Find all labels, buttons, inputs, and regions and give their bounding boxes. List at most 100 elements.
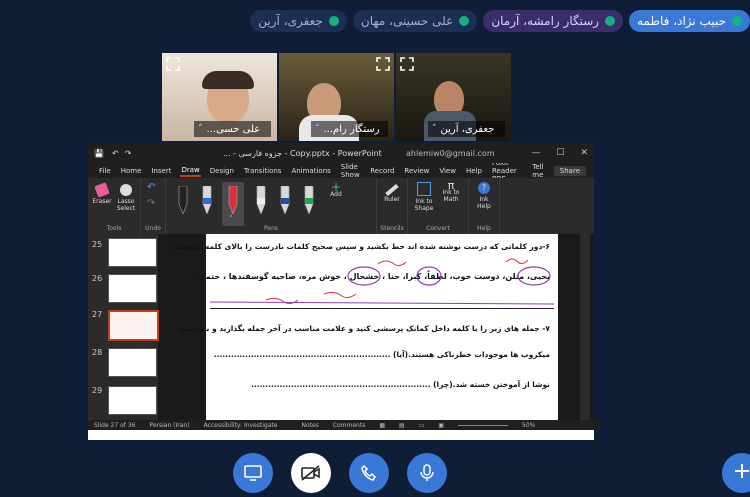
comments-button[interactable]: Comments — [333, 422, 366, 429]
tile-name-label: علی حسی... ˄ — [194, 121, 271, 137]
chevron-up-icon[interactable]: ˄ — [432, 124, 437, 134]
ribbon-group-tools: Eraser Lasso Select Tools — [88, 178, 141, 234]
slide-number: 25 — [92, 240, 103, 249]
menu-insert[interactable]: Insert — [150, 166, 172, 176]
expand-icon[interactable] — [166, 57, 180, 71]
minimize-icon[interactable]: — — [531, 148, 540, 158]
menu-help[interactable]: Help — [465, 166, 483, 176]
pen-red-selected[interactable]: ˅ — [222, 182, 244, 226]
pens-group-label: Pens — [263, 225, 279, 232]
video-tile[interactable]: جعفری، آرین ˄ — [396, 53, 511, 141]
chevron-up-icon[interactable]: ˄ — [315, 124, 320, 134]
slide-number: 28 — [92, 348, 103, 357]
reading-view-icon[interactable]: ▭ — [419, 422, 425, 429]
slide-thumbnail[interactable] — [108, 238, 157, 267]
expand-icon[interactable] — [376, 57, 390, 71]
shared-screen-powerpoint: 💾 ↶ ↷ ... - جزوه فارسی - Copy.pptx - Pow… — [88, 143, 600, 440]
slide-thumbnail[interactable] — [108, 386, 157, 415]
expand-icon[interactable] — [400, 57, 414, 71]
ink-annotations — [209, 258, 555, 305]
maximize-icon[interactable]: ☐ — [556, 148, 564, 158]
menu-home[interactable]: Home — [120, 166, 143, 176]
plus-icon — [735, 464, 749, 478]
menu-animations[interactable]: Animations — [290, 166, 331, 176]
video-tile[interactable]: علی حسی... ˄ — [162, 53, 277, 141]
ribbon-redo-icon[interactable]: ↷ — [147, 199, 155, 209]
participant-list: حبیب نژاد، فاطمه رستگار رامشه، آرمان علی… — [225, 10, 750, 36]
ribbon-group-undo: ↶ ↷ Undo — [141, 178, 166, 234]
add-pen-button[interactable]: + Add — [326, 180, 346, 198]
ink-to-math-label: Ink to Math — [442, 189, 460, 203]
undo-group-label: Undo — [145, 225, 161, 232]
pen-black-icon[interactable] — [176, 186, 190, 214]
account-email[interactable]: ahlemiw0@gmail.com — [406, 149, 495, 158]
pen-blue-icon[interactable] — [200, 186, 214, 214]
menu-review[interactable]: Review — [403, 166, 430, 176]
eraser-button[interactable]: Eraser — [92, 182, 112, 205]
lasso-select-button[interactable]: Lasso Select — [114, 184, 138, 212]
menu-tell-me[interactable]: Tell me — [531, 162, 546, 180]
notes-button[interactable]: Notes — [301, 422, 318, 429]
ink-to-shape-button[interactable]: Ink to Shape — [412, 182, 436, 212]
ribbon-undo-icon[interactable]: ↶ — [147, 183, 155, 193]
menu-file[interactable]: File — [98, 166, 112, 176]
zoom-level[interactable]: 50% — [522, 422, 535, 429]
ink-to-math-button[interactable]: π Ink to Math — [438, 179, 464, 203]
slide-thumbnail-selected[interactable] — [108, 310, 159, 341]
zoom-slider[interactable] — [458, 424, 509, 426]
vertical-scrollbar[interactable] — [580, 234, 590, 430]
video-tile[interactable]: رستگار رام... ˄ — [279, 53, 394, 141]
menu-transitions[interactable]: Transitions — [243, 166, 283, 176]
menu-draw[interactable]: Draw — [180, 165, 201, 177]
pen-green-icon[interactable] — [302, 186, 316, 214]
pi-icon: π — [447, 179, 455, 192]
add-button[interactable] — [722, 453, 750, 493]
highlighter-icon[interactable] — [254, 186, 268, 214]
participant-chip[interactable]: رستگار رامشه، آرمان — [483, 10, 624, 32]
phone-button[interactable] — [349, 453, 389, 493]
undo-icon[interactable]: ↶ — [112, 149, 119, 158]
microphone-button[interactable] — [407, 453, 447, 493]
participant-name: علی حسینی، مهان — [360, 14, 454, 28]
slide-thumbnail[interactable] — [108, 274, 157, 303]
participant-chip[interactable]: علی حسینی، مهان — [352, 10, 478, 32]
camera-off-button[interactable] — [291, 453, 331, 493]
ink-to-shape-label: Ink to Shape — [414, 198, 434, 212]
ppt-workspace: 25 26 27 28 29 ۶-دور کلماتی که درست نوشت… — [88, 234, 600, 430]
chevron-down-icon[interactable]: ˅ — [229, 215, 233, 223]
add-label: Add — [330, 191, 342, 198]
accessibility-status[interactable]: Accessibility: Investigate — [204, 422, 278, 429]
menu-record[interactable]: Record — [369, 166, 395, 176]
language-indicator[interactable]: Persian (Iran) — [149, 422, 189, 429]
screen-share-button[interactable] — [233, 453, 273, 493]
slide-thumbnails: 25 26 27 28 29 — [88, 234, 159, 430]
slide-sorter-icon[interactable]: ▤ — [399, 422, 405, 429]
help-group-label: Help — [477, 225, 491, 232]
ribbon-group-pens: ˅ + Add Pens — [166, 178, 377, 234]
microphone-icon — [420, 464, 434, 481]
draw-ribbon: Eraser Lasso Select Tools ↶ ↷ Undo ˅ + A… — [88, 178, 594, 235]
close-icon[interactable]: ✕ — [580, 148, 588, 158]
slide-number: 29 — [92, 386, 103, 395]
slide-thumbnail[interactable] — [108, 348, 157, 377]
share-button[interactable]: Share — [553, 165, 586, 176]
menu-slide-show[interactable]: Slide Show — [340, 162, 361, 180]
tile-name-text: علی حسی... — [206, 123, 261, 135]
redo-icon[interactable]: ↷ — [125, 149, 132, 158]
menu-view[interactable]: View — [438, 166, 457, 176]
chevron-up-icon[interactable]: ˄ — [198, 124, 203, 134]
normal-view-icon[interactable]: ▦ — [379, 422, 385, 429]
current-slide[interactable]: ۶-دور کلماتی که درست نوشته شده اند خط بک… — [171, 234, 558, 422]
participant-chip[interactable]: جعفری، آرین — [250, 10, 347, 32]
ruler-button[interactable]: Ruler — [381, 183, 403, 203]
participant-chip[interactable]: حبیب نژاد، فاطمه — [629, 10, 750, 32]
question-7-text: ۷- جمله های زیر را با کلمه داخل کمانک پر… — [178, 324, 550, 333]
slideshow-icon[interactable]: ▣ — [438, 422, 444, 429]
ink-help-button[interactable]: ? Ink Help — [473, 182, 495, 210]
plus-icon: + — [330, 180, 342, 194]
menu-design[interactable]: Design — [209, 166, 235, 176]
ppt-menu-bar: File Home Insert Draw Design Transitions… — [88, 159, 594, 183]
pen-darkblue-icon[interactable] — [278, 186, 292, 214]
ribbon-group-convert: Ink to Shape π Ink to Math Convert — [408, 178, 469, 234]
save-icon[interactable]: 💾 — [94, 149, 104, 158]
